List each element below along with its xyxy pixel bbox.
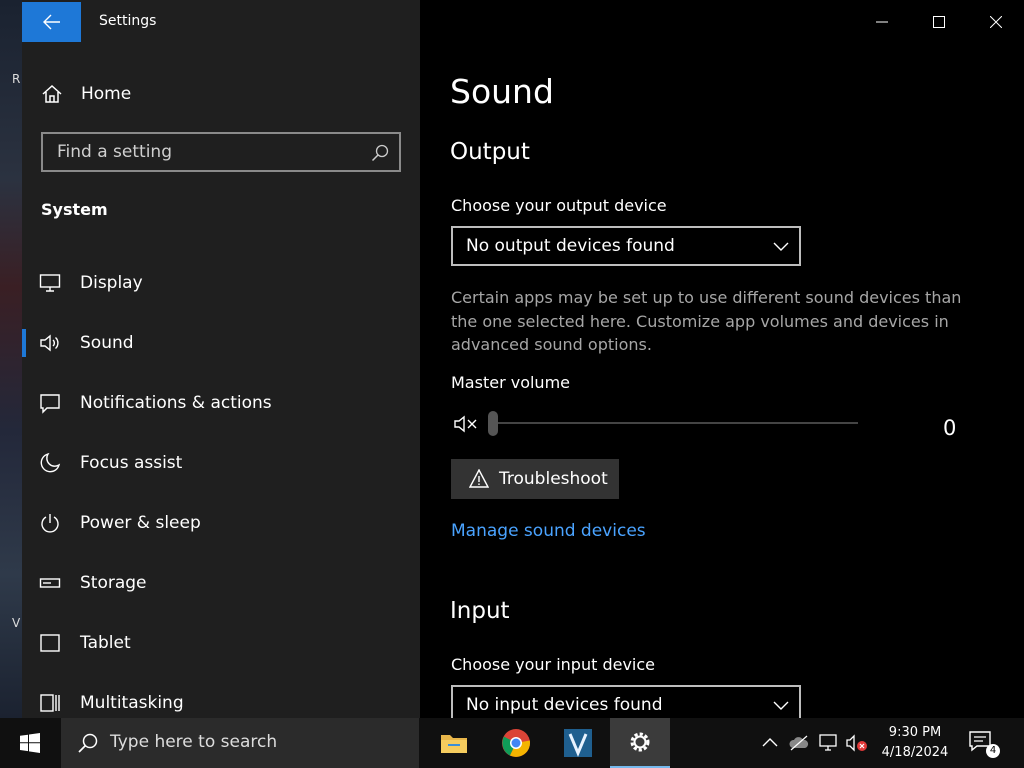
sidebar-item-multitasking[interactable]: Multitasking [22, 674, 420, 718]
troubleshoot-label: Troubleshoot [499, 469, 608, 489]
master-volume-value: 0 [943, 416, 957, 440]
taskbar-file-explorer[interactable] [424, 718, 484, 768]
monitor-icon [39, 274, 61, 292]
onedrive-icon[interactable] [788, 733, 810, 753]
action-center-button[interactable]: 4 [968, 730, 1000, 758]
sidebar-item-label: Multitasking [80, 693, 184, 713]
start-button[interactable] [0, 718, 60, 768]
moon-icon [40, 452, 61, 473]
v-app-icon [564, 729, 592, 757]
notification-count-badge: 4 [986, 744, 1000, 758]
sidebar-section-heading: System [41, 200, 108, 219]
sidebar-item-label: Home [81, 84, 132, 104]
power-icon [41, 514, 59, 533]
title-bar: Settings [22, 0, 420, 44]
output-description: Certain apps may be set up to use differ… [451, 288, 962, 354]
maximize-icon [932, 16, 945, 28]
arrow-left-icon [42, 14, 60, 30]
multitasking-icon [40, 694, 60, 712]
network-icon[interactable] [818, 733, 840, 753]
back-button[interactable] [22, 2, 81, 42]
message-icon [40, 394, 60, 414]
sidebar-item-label: Tablet [80, 633, 131, 653]
windows-logo-icon [20, 733, 40, 753]
taskbar-settings[interactable] [610, 718, 670, 768]
tablet-icon [40, 634, 60, 652]
sidebar-item-focus-assist[interactable]: Focus assist [22, 434, 420, 492]
chevron-down-icon [773, 701, 789, 710]
taskbar: Type here to search 9:30 PM 4/18/2024 4 [0, 718, 1024, 768]
window-controls [853, 0, 1024, 44]
search-icon[interactable] [371, 144, 389, 162]
sidebar-item-power-sleep[interactable]: Power & sleep [22, 494, 420, 552]
sidebar-item-notifications[interactable]: Notifications & actions [22, 374, 420, 432]
settings-window: Settings Home System Display [22, 0, 1024, 725]
warning-icon [469, 469, 489, 488]
speaker-muted-icon[interactable] [453, 413, 479, 435]
folder-icon [441, 735, 467, 753]
content-pane: Sound Output Choose your output device N… [420, 0, 1024, 725]
clock-date: 4/18/2024 [881, 745, 949, 760]
sidebar-item-home[interactable]: Home [22, 74, 420, 114]
search-input[interactable] [43, 134, 363, 170]
input-heading: Input [450, 598, 510, 624]
output-heading: Output [450, 139, 530, 165]
chevron-down-icon [773, 242, 789, 251]
taskbar-chrome[interactable] [486, 718, 546, 768]
page-title: Sound [450, 72, 554, 111]
taskbar-search-text: Type here to search [110, 732, 278, 752]
troubleshoot-button[interactable]: Troubleshoot [451, 459, 619, 499]
manage-sound-devices-link[interactable]: Manage sound devices [451, 521, 646, 541]
close-icon [989, 16, 1002, 28]
window-title: Settings [99, 13, 157, 29]
output-device-label: Choose your output device [451, 196, 667, 215]
sidebar-item-label: Display [80, 273, 143, 293]
close-button[interactable] [967, 0, 1024, 44]
master-volume-track[interactable] [490, 422, 858, 424]
sidebar: Settings Home System Display [22, 0, 420, 718]
chevron-up-icon[interactable] [759, 733, 781, 753]
taskbar-clock[interactable]: 9:30 PM 4/18/2024 [870, 723, 960, 763]
sidebar-item-tablet[interactable]: Tablet [22, 614, 420, 672]
desktop-icon-label: R [12, 72, 21, 86]
desktop-icon-label: V [12, 616, 21, 630]
output-device-value: No output devices found [466, 236, 675, 256]
minimize-icon [875, 21, 888, 23]
sidebar-item-label: Power & sleep [80, 513, 201, 533]
clock-time: 9:30 PM [888, 725, 942, 740]
minimize-button[interactable] [853, 0, 910, 44]
sidebar-item-label: Storage [80, 573, 147, 593]
sidebar-item-label: Notifications & actions [80, 393, 272, 413]
storage-icon [39, 578, 61, 588]
desktop-background: R V [0, 0, 22, 718]
taskbar-app-v[interactable] [548, 718, 608, 768]
maximize-button[interactable] [910, 0, 967, 44]
search-icon [78, 733, 98, 753]
master-volume-label: Master volume [451, 373, 570, 392]
master-volume-thumb[interactable] [488, 411, 498, 436]
home-icon [42, 84, 62, 103]
sidebar-item-display[interactable]: Display [22, 254, 420, 312]
sidebar-item-label: Focus assist [80, 453, 183, 473]
find-setting-search [41, 132, 401, 172]
input-device-label: Choose your input device [451, 655, 656, 674]
output-device-dropdown[interactable]: No output devices found [451, 226, 801, 266]
taskbar-search-box[interactable]: Type here to search [61, 718, 419, 768]
sidebar-item-label: Sound [80, 333, 134, 353]
volume-muted-icon[interactable] [846, 733, 868, 753]
chrome-icon [502, 729, 530, 757]
speaker-icon [40, 334, 59, 352]
sidebar-item-sound[interactable]: Sound [22, 314, 420, 372]
input-device-value: No input devices found [466, 695, 663, 715]
sidebar-item-storage[interactable]: Storage [22, 554, 420, 612]
gear-icon [630, 732, 650, 752]
